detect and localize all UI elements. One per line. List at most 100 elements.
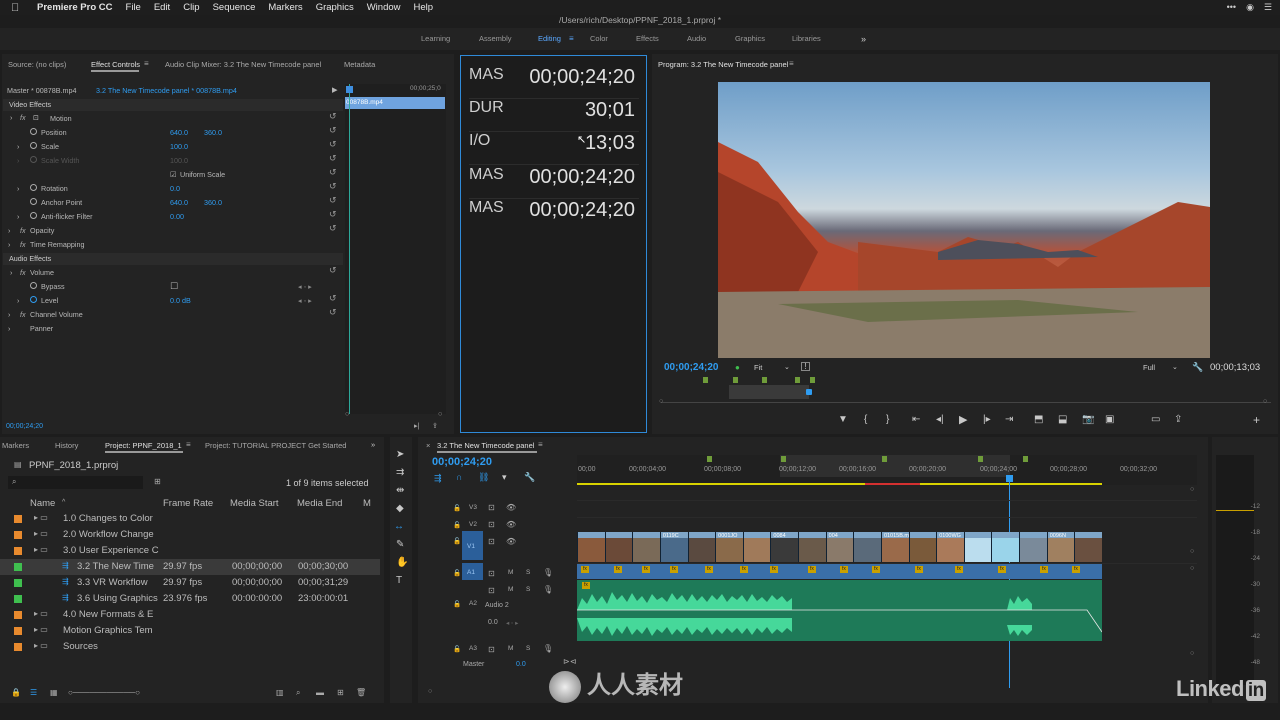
reset-icon[interactable]: ↺ — [329, 265, 337, 276]
video-clip[interactable] — [798, 532, 827, 562]
add-marker-icon[interactable]: ▾ — [502, 472, 507, 483]
project-list-item[interactable]: ⇶ 3.6 Using Graphics 23.976 fps 00:00:00:00… — [0, 591, 380, 607]
search-icon[interactable]: ⌕ — [12, 477, 16, 487]
keyframe-nav-icon[interactable]: ◂ ◦ ▸ — [506, 619, 518, 627]
column-media-start[interactable]: Media Start — [230, 498, 279, 509]
selection-tool-icon[interactable]: ➤ — [396, 449, 404, 460]
video-clip[interactable]: 01015B.mp4 — [880, 532, 910, 562]
stopwatch-icon[interactable] — [30, 184, 37, 191]
fx-badge-icon[interactable]: fx — [582, 582, 590, 589]
add-marker-icon[interactable]: ▼ — [838, 414, 848, 425]
volume-expand-icon[interactable]: › — [10, 268, 12, 277]
export-icon[interactable]: ⇪ — [432, 421, 438, 430]
stopwatch-icon[interactable] — [30, 198, 37, 205]
channel-volume-expand-icon[interactable]: › — [8, 310, 10, 319]
fx-badge-icon[interactable]: fx — [20, 268, 26, 277]
program-video-frame[interactable] — [718, 82, 1210, 358]
solo-button[interactable]: S — [526, 569, 530, 576]
microphone-icon[interactable]: 🎙 — [543, 644, 553, 653]
pen-tool-icon[interactable]: ✎ — [396, 539, 404, 550]
reset-icon[interactable]: ↺ — [329, 293, 337, 304]
reset-icon[interactable]: ↺ — [329, 139, 337, 150]
column-media-end[interactable]: Media End — [297, 498, 342, 509]
lock-track-icon[interactable]: 🔓 — [453, 537, 461, 545]
fx-badge-icon[interactable]: fx — [1040, 566, 1048, 573]
fx-badge-icon[interactable]: fx — [1072, 566, 1080, 573]
panel-menu-icon[interactable]: ≡ — [789, 59, 794, 68]
mark-in-icon[interactable]: { — [864, 414, 867, 425]
fx-badge-icon[interactable]: fx — [642, 566, 650, 573]
fx-badge-icon[interactable]: fx — [955, 566, 963, 573]
project-list-item[interactable]: ▸ ▭ 3.0 User Experience C — [0, 543, 380, 559]
video-clip[interactable] — [1019, 532, 1048, 562]
panel-menu-icon[interactable]: ≡ — [538, 440, 543, 449]
menu-list-icon[interactable]: ☰ — [1264, 2, 1272, 13]
anchor-y-value[interactable]: 360.0 — [204, 198, 222, 207]
filter-play-icon[interactable]: ▸| — [414, 421, 419, 430]
a2-music-clip[interactable] — [577, 580, 1103, 641]
video-clip[interactable] — [853, 532, 882, 562]
fx-badge-icon[interactable]: fx — [808, 566, 816, 573]
project-list-item[interactable]: ▸ ▭ 2.0 Workflow Change — [0, 527, 380, 543]
reset-icon[interactable]: ↺ — [329, 209, 337, 220]
go-to-in-icon[interactable]: ⇤ — [912, 414, 920, 425]
reset-icon[interactable]: ↺ — [329, 167, 337, 178]
mini-playhead[interactable] — [349, 84, 350, 414]
tab-timeline-sequence[interactable]: 3.2 The New Timecode panel — [437, 441, 534, 450]
fx-badge-icon[interactable]: fx — [670, 566, 678, 573]
marker-icon[interactable] — [795, 377, 800, 383]
lock-track-icon[interactable]: 🔓 — [453, 569, 461, 577]
panner-expand-icon[interactable]: › — [8, 324, 10, 333]
antiflicker-expand-icon[interactable]: › — [17, 212, 19, 221]
menu-graphics[interactable]: Graphics — [316, 2, 354, 13]
find-icon[interactable]: ⌕ — [296, 688, 300, 698]
marker-dot-icon[interactable]: ● — [735, 363, 740, 372]
reset-icon[interactable]: ↺ — [329, 181, 337, 192]
lock-icon[interactable]: 🔒 — [11, 688, 21, 697]
reset-icon[interactable]: ↺ — [329, 153, 337, 164]
panel-menu-icon[interactable]: ≡ — [144, 59, 149, 68]
folder-icon[interactable]: ▸ ▭ — [34, 529, 48, 538]
folder-icon[interactable]: ▸ ▭ — [34, 513, 48, 522]
folder-icon[interactable]: ▸ ▭ — [34, 545, 48, 554]
mute-button[interactable]: M — [508, 586, 513, 593]
snap-icon[interactable]: ∩ — [456, 472, 462, 482]
microphone-icon[interactable]: 🎙 — [543, 585, 553, 594]
opacity-expand-icon[interactable]: › — [8, 226, 10, 235]
panel-overflow-icon[interactable]: » — [371, 440, 375, 449]
sequence-icon[interactable]: ⇶ — [62, 593, 69, 602]
timeline-settings-wrench-icon[interactable]: 🔧 — [524, 472, 535, 483]
clear-trash-icon[interactable]: 🗑 — [356, 688, 366, 697]
fx-badge-icon[interactable]: fx — [740, 566, 748, 573]
wrench-icon[interactable]: 🔧 — [1192, 362, 1203, 373]
program-monitor-title[interactable]: Program: 3.2 The New Timecode panel — [658, 60, 788, 69]
master-volume-value[interactable]: 0.0 — [516, 661, 526, 668]
position-x-value[interactable]: 640.0 — [170, 128, 188, 137]
zoom-slider-right-icon[interactable]: ○ — [438, 409, 442, 418]
tab-metadata[interactable]: Metadata — [344, 60, 375, 69]
eye-icon[interactable]: 👁 — [506, 520, 516, 529]
program-playhead-icon[interactable] — [806, 389, 812, 395]
anchor-x-value[interactable]: 640.0 — [170, 198, 188, 207]
lock-track-icon[interactable]: 🔓 — [453, 504, 461, 512]
label-color-swatch[interactable] — [14, 547, 22, 555]
sequence-icon[interactable]: ⇶ — [62, 561, 69, 570]
vertical-scroll-handle-icon[interactable]: ○ — [1190, 486, 1194, 493]
video-clip[interactable] — [963, 532, 992, 562]
step-back-icon[interactable]: ◂| — [936, 414, 944, 425]
new-item-icon[interactable]: ⊞ — [337, 688, 344, 697]
project-list-item[interactable]: ▸ ▭ Sources — [0, 639, 380, 655]
tab-project-tutorial[interactable]: Project: TUTORIAL PROJECT Get Started — [205, 441, 346, 450]
effect-controls-timecode[interactable]: 00;00;24;20 — [6, 423, 43, 430]
solo-button[interactable]: S — [526, 586, 530, 593]
workspace-editing[interactable]: Editing — [538, 34, 561, 43]
apple-icon[interactable]:  — [11, 2, 21, 14]
marker-icon[interactable] — [882, 456, 887, 462]
eye-icon[interactable]: 👁 — [506, 503, 516, 512]
reset-icon[interactable]: ↺ — [329, 223, 337, 234]
menu-window[interactable]: Window — [367, 2, 401, 13]
menu-file[interactable]: File — [126, 2, 141, 13]
workspace-learning[interactable]: Learning — [421, 34, 450, 43]
project-search-input[interactable] — [8, 476, 143, 489]
more-icon[interactable]: ••• — [1227, 2, 1236, 13]
